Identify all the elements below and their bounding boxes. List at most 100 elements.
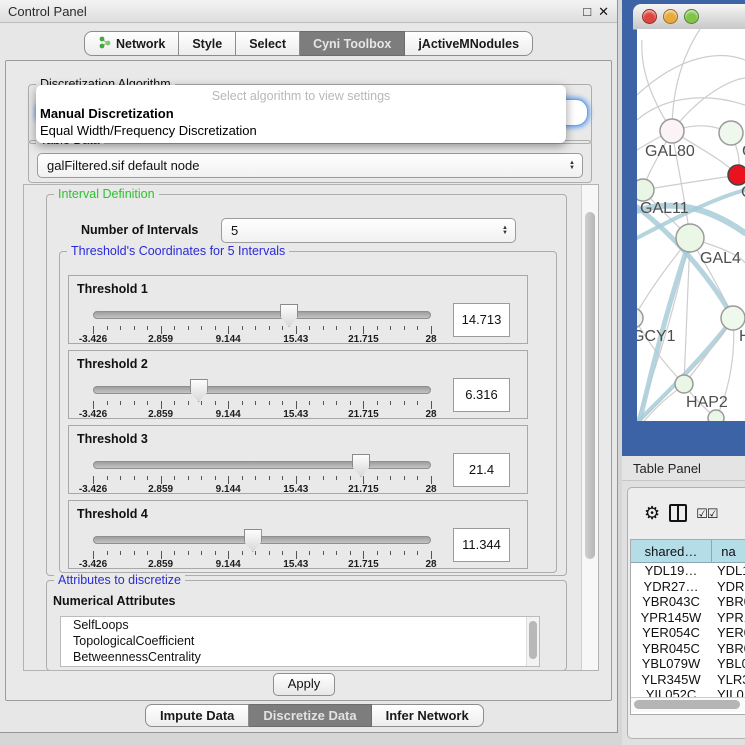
tab-label: Impute Data [160, 708, 234, 723]
threshold-1-panel: Threshold 1 -3.4262.8599.14415.4321.7152… [68, 275, 528, 344]
tab-label: Select [249, 37, 286, 51]
control-panel-window: Control Panel □ ✕ Network Style Select C… [0, 0, 618, 733]
close-traffic-light-icon[interactable] [642, 9, 657, 24]
table-row[interactable]: YDR27…YDR2 [631, 579, 745, 595]
slider-track[interactable] [93, 536, 431, 544]
zoom-traffic-light-icon[interactable] [684, 9, 699, 24]
threshold-3-slider: -3.4262.8599.14415.4321.71528 [93, 454, 431, 492]
panel-title: Control Panel [0, 4, 87, 19]
node-label: GAL11 [640, 200, 689, 217]
tab-impute-data[interactable]: Impute Data [145, 704, 249, 727]
column-header-shared[interactable]: shared… [631, 540, 712, 562]
threshold-1-slider: -3.4262.8599.14415.4321.71528 [93, 304, 431, 342]
apply-button[interactable]: Apply [273, 673, 335, 696]
algorithm-dropdown-popup: Select algorithm to view settings Manual… [36, 85, 566, 143]
threshold-2-slider: -3.4262.8599.14415.4321.71528 [93, 379, 431, 417]
group-label: Threshold's Coordinates for 5 Intervals [67, 244, 289, 258]
combobox-value: galFiltered.sif default node [47, 158, 199, 173]
list-item[interactable]: TopologicalCoefficient [61, 633, 539, 649]
gear-icon[interactable]: ⚙ [644, 504, 660, 522]
tab-network[interactable]: Network [84, 31, 179, 56]
table-row[interactable]: YBR045CYBR0 [631, 641, 745, 657]
slider-track[interactable] [93, 386, 431, 394]
cyni-toolbox-panel: Discretization Algorithm Select algorith… [5, 60, 612, 701]
thresholds-group: Threshold's Coordinates for 5 Intervals … [59, 251, 557, 573]
tab-select[interactable]: Select [236, 31, 300, 56]
network-canvas[interactable]: GAL80GACGAL11GAL4GCY1HHAP2 [637, 29, 745, 421]
network-node[interactable] [660, 119, 684, 143]
tab-style[interactable]: Style [179, 31, 236, 56]
slider-handle[interactable] [352, 454, 370, 477]
slider-tick-labels: -3.4262.8599.14415.4321.71528 [93, 334, 431, 344]
tab-label: Discretize Data [263, 708, 356, 723]
tab-cyni-toolbox[interactable]: Cyni Toolbox [300, 31, 405, 56]
node-label: GAL4 [700, 250, 741, 267]
combobox-arrows-icon: ▲▼ [569, 154, 575, 177]
column-header-name[interactable]: na [712, 540, 745, 562]
threshold-value-field[interactable]: 14.713 [453, 303, 510, 337]
tab-discretize-data[interactable]: Discretize Data [249, 704, 371, 727]
table-body: YDL19…YDL1YDR27…YDR2YBR043CYBR0YPR145WYP… [631, 563, 745, 703]
network-node[interactable] [708, 410, 724, 421]
group-label: Attributes to discretize [54, 573, 185, 587]
node-label: GAL80 [645, 143, 695, 160]
list-item[interactable]: BetweennessCentrality [61, 649, 539, 665]
threshold-4-slider: -3.4262.8599.14415.4321.71528 [93, 529, 431, 567]
checkbox-icons[interactable]: ☑☑ [696, 507, 717, 520]
threshold-value-field[interactable]: 11.344 [453, 528, 510, 562]
slider-handle[interactable] [190, 379, 208, 402]
table-row[interactable]: YDL19…YDL1 [631, 563, 745, 579]
network-node[interactable] [728, 165, 745, 185]
network-node[interactable] [637, 308, 643, 328]
slider-handle[interactable] [280, 304, 298, 327]
table-toolbar: ⚙ ☑☑ [628, 488, 745, 538]
network-node[interactable] [719, 121, 743, 145]
control-panel-tabs: Network Style Select Cyni Toolbox jActiv… [84, 31, 533, 56]
network-node[interactable] [676, 224, 704, 252]
group-label: Interval Definition [54, 187, 159, 201]
threshold-2-panel: Threshold 2 -3.4262.8599.14415.4321.7152… [68, 350, 528, 419]
network-window-titlebar[interactable] [633, 4, 745, 30]
dropdown-prompt: Select algorithm to view settings [36, 85, 566, 105]
minimize-traffic-light-icon[interactable] [663, 9, 678, 24]
table-row[interactable]: YPR145WYPR1 [631, 610, 745, 626]
dropdown-item-manual-discretization[interactable]: Manual Discretization [36, 105, 566, 122]
tab-label: Network [116, 37, 165, 51]
list-scrollbar[interactable] [526, 617, 539, 666]
table-row[interactable]: YBR043CYBR0 [631, 594, 745, 610]
list-item[interactable]: SelfLoops [61, 617, 539, 633]
close-icon[interactable]: ✕ [598, 5, 609, 18]
tab-jactivemnodules[interactable]: jActiveMNodules [405, 31, 533, 56]
threshold-value-field[interactable]: 21.4 [453, 453, 510, 487]
table-panel-title: Table Panel [633, 461, 701, 476]
slider-track[interactable] [93, 311, 431, 319]
slider-ticks [93, 401, 431, 409]
node-table: shared… na YDL19…YDL1YDR27…YDR2YBR043CYB… [630, 539, 745, 715]
table-row[interactable]: YER054CYER0 [631, 625, 745, 641]
number-of-intervals-combobox[interactable]: 5 ▲▼ [221, 218, 516, 243]
network-node[interactable] [637, 179, 654, 201]
interval-definition-group: Interval Definition Number of Intervals … [46, 194, 567, 576]
slider-handle[interactable] [244, 529, 262, 552]
tab-label: jActiveMNodules [418, 37, 519, 51]
network-node[interactable] [675, 375, 693, 393]
table-row[interactable]: YBL079WYBL0 [631, 656, 745, 672]
table-panel-titlebar: Table Panel [622, 456, 745, 481]
threshold-value-field[interactable]: 6.316 [453, 378, 510, 412]
cyni-bottom-tabs: Impute Data Discretize Data Infer Networ… [145, 704, 484, 727]
numerical-attributes-label: Numerical Attributes [53, 594, 175, 608]
combobox-value: 5 [231, 223, 238, 238]
network-node[interactable] [721, 306, 745, 330]
table-row[interactable]: YLR345WYLR3 [631, 672, 745, 688]
float-window-icon[interactable]: □ [583, 5, 591, 18]
table-horizontal-scrollbar[interactable] [631, 697, 745, 712]
dropdown-item-equal-width-frequency[interactable]: Equal Width/Frequency Discretization [36, 122, 566, 139]
slider-tick-labels: -3.4262.8599.14415.4321.71528 [93, 484, 431, 494]
table-data-combobox[interactable]: galFiltered.sif default node ▲▼ [37, 153, 583, 178]
settings-scrollbar[interactable] [581, 185, 598, 670]
network-view-window: GAL80GACGAL11GAL4GCY1HHAP2 [622, 0, 745, 456]
threshold-4-panel: Threshold 4 -3.4262.8599.14415.4321.7152… [68, 500, 528, 569]
tab-infer-network[interactable]: Infer Network [372, 704, 484, 727]
slider-track[interactable] [93, 461, 431, 469]
split-view-icon[interactable] [669, 504, 687, 522]
